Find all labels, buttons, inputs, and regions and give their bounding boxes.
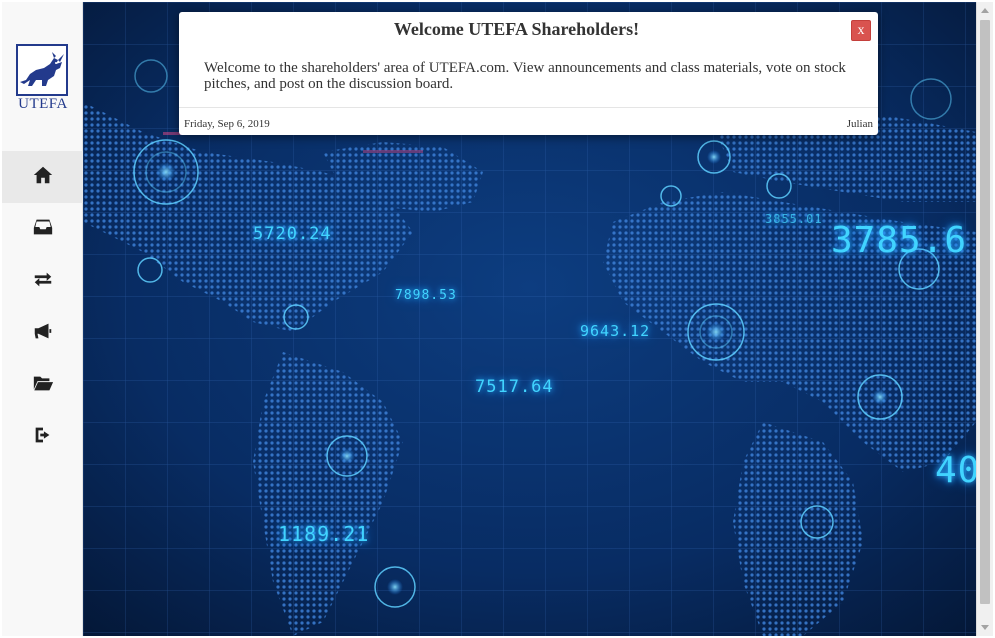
inbox-icon bbox=[32, 216, 54, 243]
bullhorn-icon bbox=[32, 320, 54, 347]
close-button[interactable]: x bbox=[851, 20, 871, 41]
sidebar-item-announcements[interactable] bbox=[2, 307, 83, 359]
exchange-icon bbox=[32, 268, 54, 295]
welcome-modal: Welcome UTEFA Shareholders! x Welcome to… bbox=[179, 12, 878, 135]
sidebar: UTEFA bbox=[2, 2, 83, 636]
app-window: UTEFA 5720.24 7898.53 9643.12 7517.64 11… bbox=[0, 0, 995, 638]
sign-out-icon bbox=[32, 424, 54, 451]
modal-body-text: Welcome to the shareholders' area of UTE… bbox=[204, 60, 846, 92]
logo-text: UTEFA bbox=[18, 96, 68, 112]
announcement-date: Friday, Sep 6, 2019 bbox=[184, 118, 270, 130]
ticker-value: 3785.6 bbox=[831, 220, 968, 261]
ticker-value: 40 bbox=[935, 450, 976, 491]
scroll-up-arrow-icon[interactable] bbox=[981, 8, 989, 13]
ticker-value: 7898.53 bbox=[395, 288, 457, 303]
announcement-author: Julian bbox=[846, 118, 873, 130]
ticker-value: 9643.12 bbox=[580, 322, 651, 340]
ticker-value: 5720.24 bbox=[253, 224, 332, 244]
folder-open-icon bbox=[32, 372, 54, 399]
vertical-scrollbar[interactable] bbox=[976, 2, 993, 636]
utefa-logo[interactable]: UTEFA bbox=[12, 40, 74, 114]
sidebar-item-home[interactable] bbox=[2, 151, 83, 203]
modal-title: Welcome UTEFA Shareholders! bbox=[393, 19, 640, 39]
sidebar-item-inbox[interactable] bbox=[2, 203, 83, 255]
modal-footer: Friday, Sep 6, 2019 Julian bbox=[179, 107, 878, 136]
scrollbar-thumb[interactable] bbox=[980, 20, 990, 604]
bull-logo-icon bbox=[16, 44, 68, 96]
scroll-down-arrow-icon[interactable] bbox=[981, 625, 989, 630]
ticker-value: 3855.01 bbox=[765, 212, 823, 226]
home-icon bbox=[32, 164, 54, 191]
ticker-value: 1189.21 bbox=[278, 522, 370, 546]
sidebar-item-files[interactable] bbox=[2, 359, 83, 411]
ticker-value: 7517.64 bbox=[475, 377, 554, 397]
sidebar-item-exchange[interactable] bbox=[2, 255, 83, 307]
sidebar-item-logout[interactable] bbox=[2, 411, 83, 463]
